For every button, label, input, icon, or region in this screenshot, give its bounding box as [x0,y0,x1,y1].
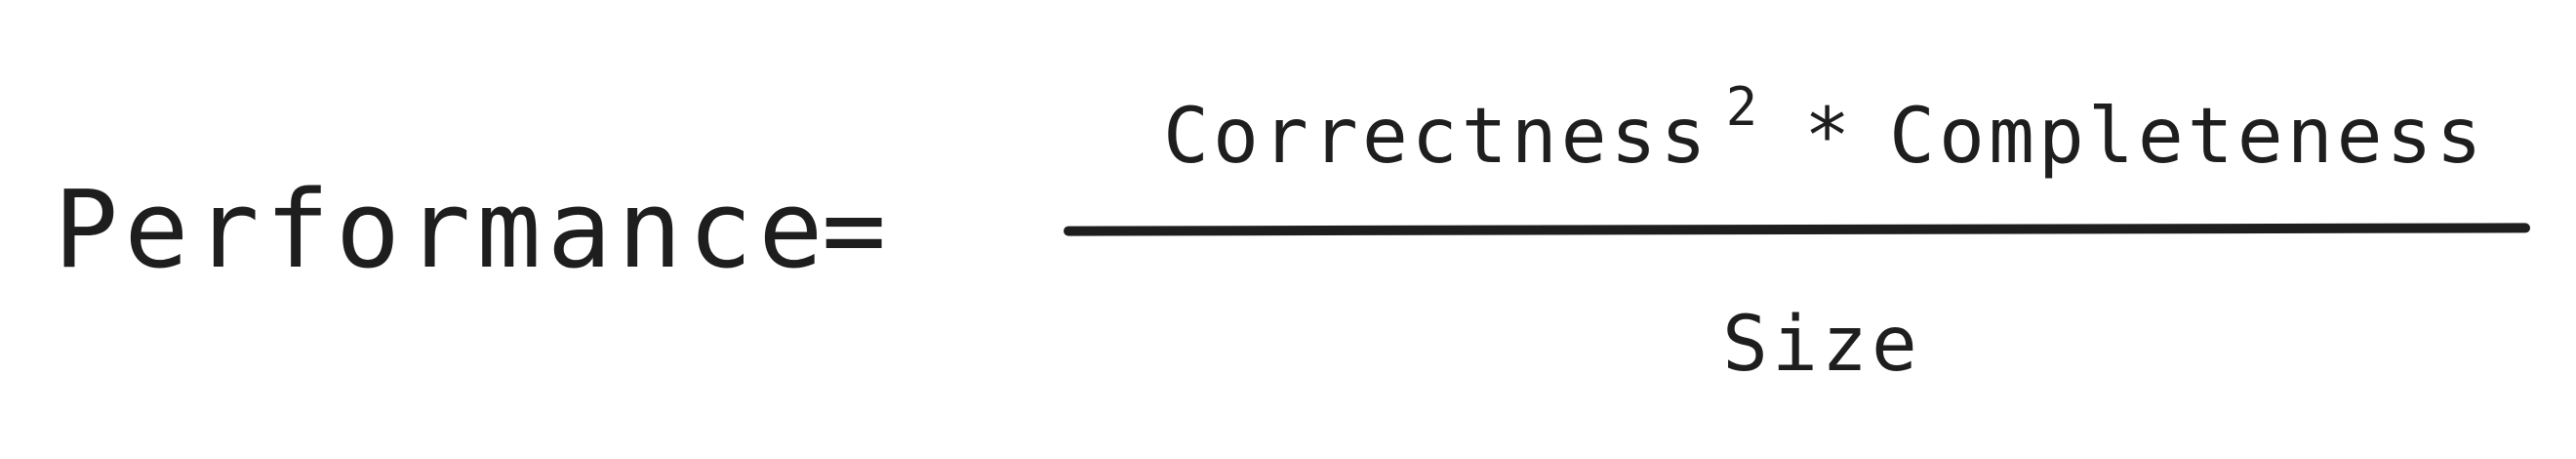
equals-sign: = [822,167,887,292]
fraction-denominator: Size [1722,301,1921,389]
formula-lhs: Performance [54,167,829,292]
multiply-operator: * [1804,93,1855,181]
fraction-bar [1063,223,2531,236]
numerator-term-correctness: Correctness [1163,93,1711,181]
performance-formula: Performance = Correctness 2 * Completeness … [0,0,2576,459]
fraction-numerator: Correctness 2 * Completeness [1163,76,2486,188]
exponent: 2 [1725,76,1762,138]
numerator-term-completeness: Completeness [1889,93,2486,181]
